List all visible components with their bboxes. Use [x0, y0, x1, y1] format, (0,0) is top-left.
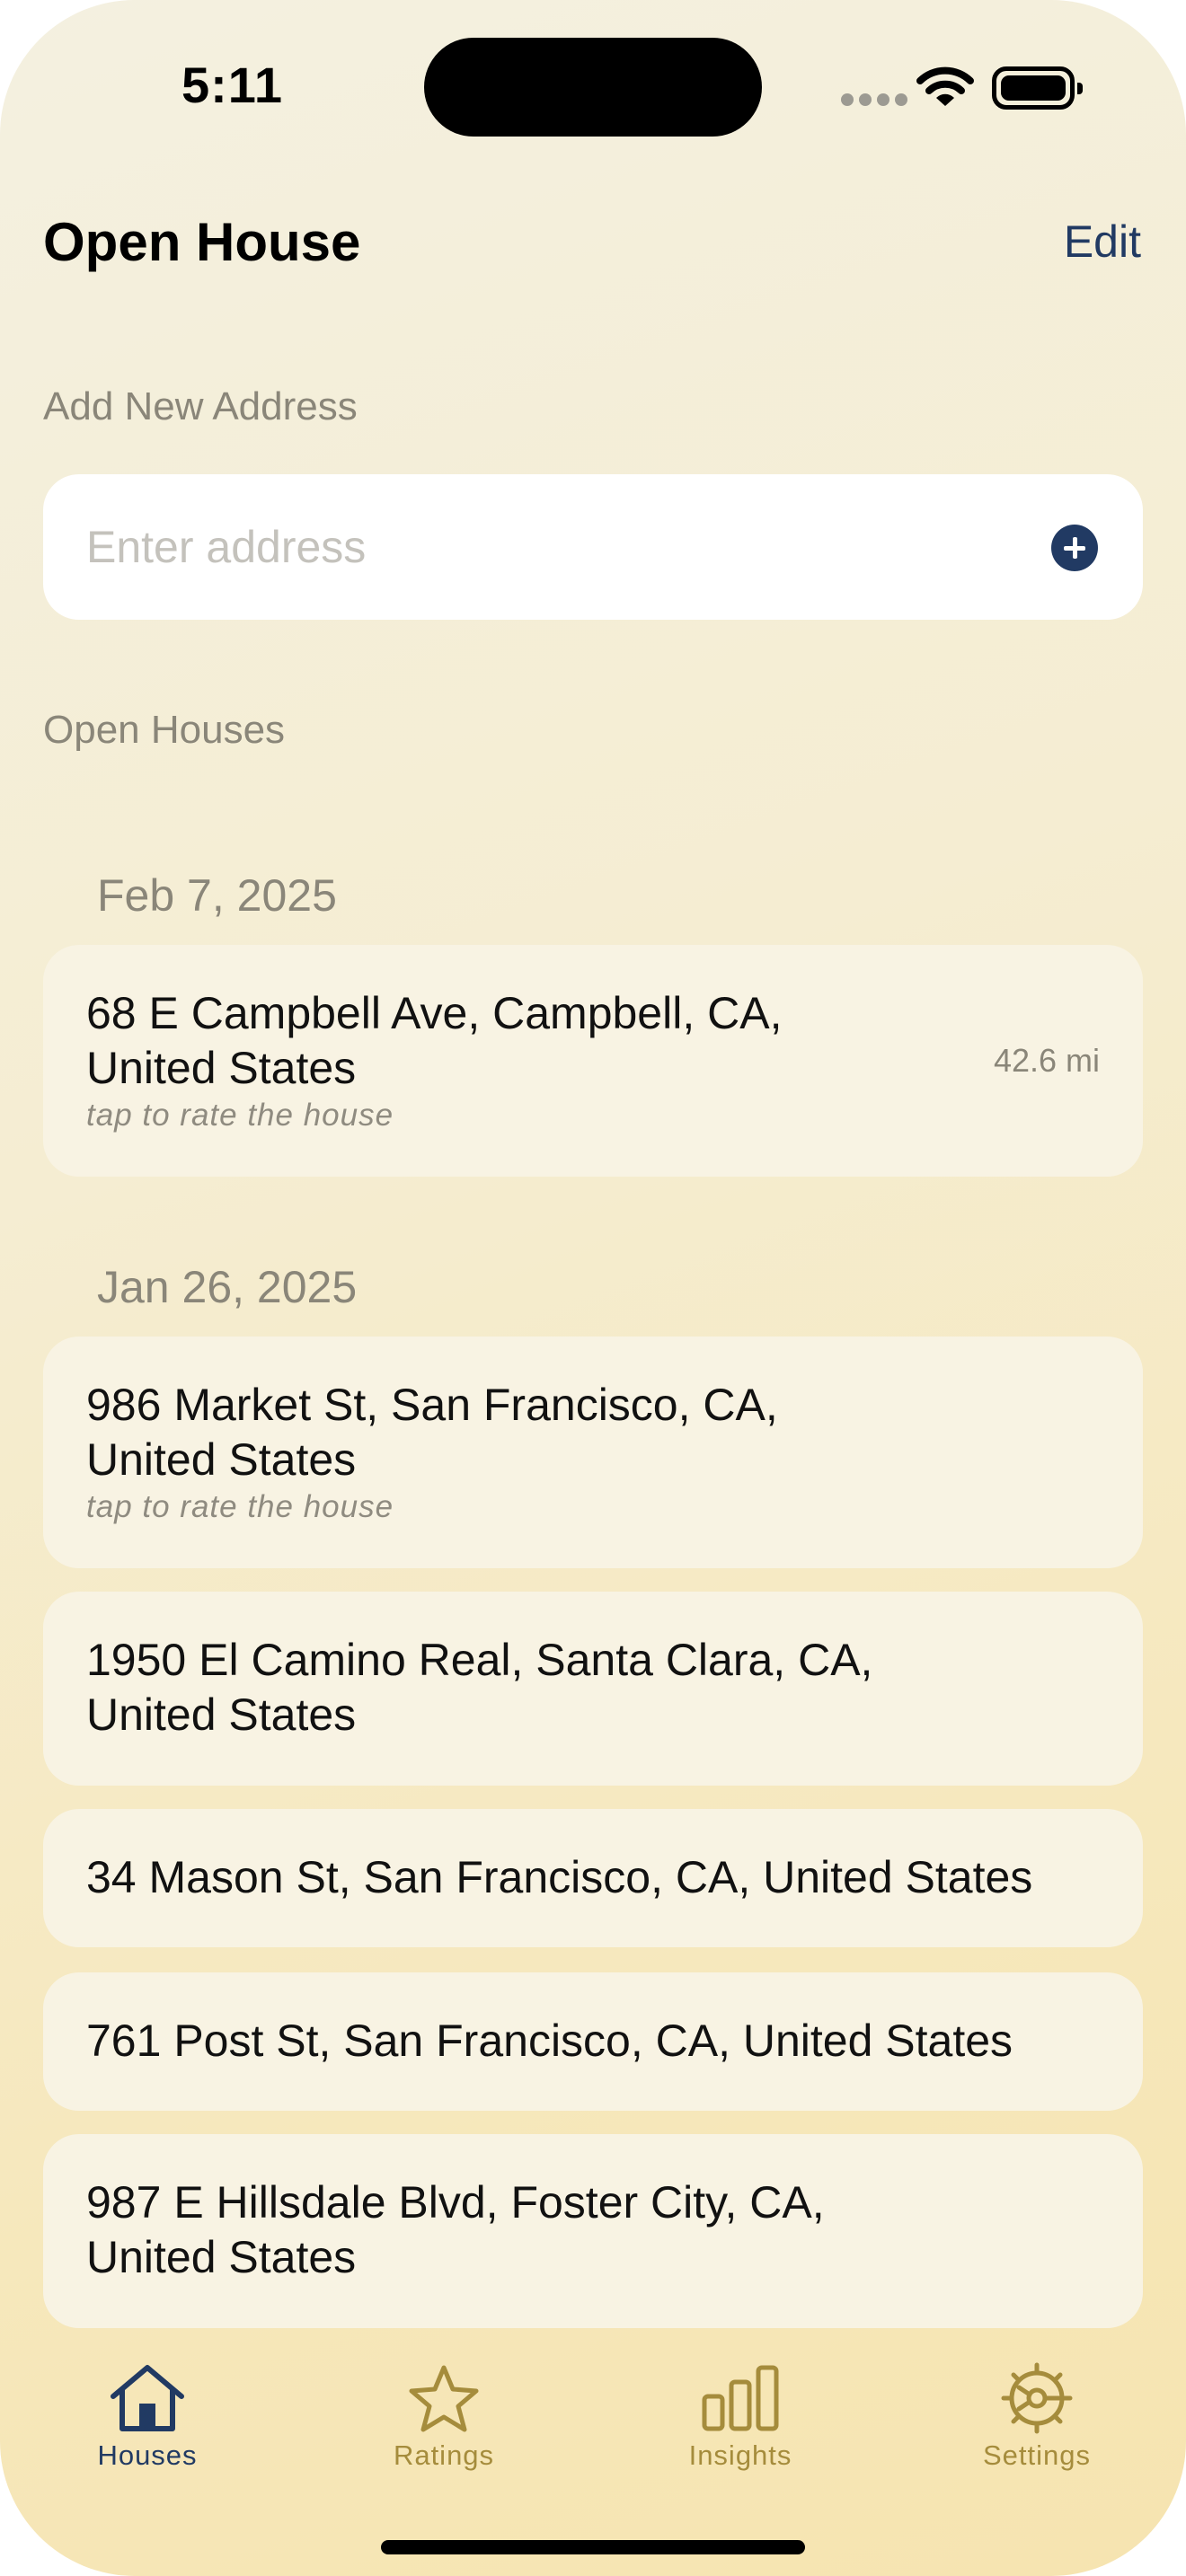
- house-card[interactable]: 34 Mason St, San Francisco, CA, United S…: [43, 1809, 1143, 1947]
- tab-ratings[interactable]: Ratings: [354, 2362, 534, 2472]
- house-address-line1: 68 E Campbell Ave, Campbell, CA,: [86, 988, 783, 1038]
- house-card[interactable]: 68 E Campbell Ave, Campbell, CA, United …: [43, 945, 1143, 1177]
- house-address-line1: 34 Mason St, San Francisco, CA, United S…: [86, 1852, 1033, 1902]
- date-header: Jan 26, 2025: [97, 1262, 358, 1312]
- house-address-line1: 761 Post St, San Francisco, CA, United S…: [86, 2016, 1013, 2066]
- address-input[interactable]: [86, 474, 1030, 620]
- dynamic-island: [424, 38, 762, 137]
- cellular-signal-icon: [841, 93, 907, 106]
- house-address-line2: United States: [86, 1689, 357, 1740]
- house-card[interactable]: 986 Market St, San Francisco, CA, United…: [43, 1337, 1143, 1568]
- battery-icon: [992, 66, 1083, 110]
- app-screen: 5:11 Open House Edit Add New Address Ope…: [0, 0, 1186, 2576]
- house-address-line1: 1950 El Camino Real, Santa Clara, CA,: [86, 1635, 873, 1685]
- house-address-line2: United States: [86, 1043, 357, 1093]
- tab-label: Insights: [688, 2439, 792, 2471]
- bar-chart-icon: [702, 2365, 779, 2431]
- house-card[interactable]: 1950 El Camino Real, Santa Clara, CA, Un…: [43, 1592, 1143, 1786]
- tab-houses[interactable]: Houses: [58, 2362, 237, 2472]
- home-indicator[interactable]: [381, 2540, 805, 2554]
- tab-label: Settings: [982, 2439, 1091, 2471]
- tab-label: Ratings: [393, 2439, 495, 2471]
- rate-hint: tap to rate the house: [86, 1489, 394, 1524]
- rate-hint: tap to rate the house: [86, 1098, 394, 1133]
- house-distance: 42.6 mi: [993, 1042, 1100, 1079]
- gear-icon: [1001, 2362, 1073, 2434]
- house-address-line2: United States: [86, 2232, 357, 2282]
- house-icon: [111, 2365, 184, 2431]
- page-title: Open House: [43, 212, 361, 272]
- house-address-line1: 986 Market St, San Francisco, CA,: [86, 1380, 778, 1430]
- address-input-container: [43, 474, 1143, 620]
- wifi-icon: [916, 66, 974, 106]
- house-card[interactable]: 987 E Hillsdale Blvd, Foster City, CA, U…: [43, 2134, 1143, 2328]
- tab-insights[interactable]: Insights: [651, 2362, 830, 2472]
- status-time: 5:11: [181, 57, 283, 113]
- star-icon: [409, 2365, 479, 2432]
- add-address-button[interactable]: [1051, 525, 1098, 571]
- add-address-section-label: Add New Address: [43, 384, 358, 428]
- house-card[interactable]: 761 Post St, San Francisco, CA, United S…: [43, 1972, 1143, 2111]
- house-address-line1: 987 E Hillsdale Blvd, Foster City, CA,: [86, 2177, 825, 2228]
- date-header: Feb 7, 2025: [97, 870, 337, 921]
- edit-button[interactable]: Edit: [1064, 216, 1141, 268]
- tab-settings[interactable]: Settings: [947, 2362, 1127, 2472]
- house-address-line2: United States: [86, 1434, 357, 1485]
- open-houses-section-label: Open Houses: [43, 708, 286, 752]
- tab-label: Houses: [97, 2439, 198, 2471]
